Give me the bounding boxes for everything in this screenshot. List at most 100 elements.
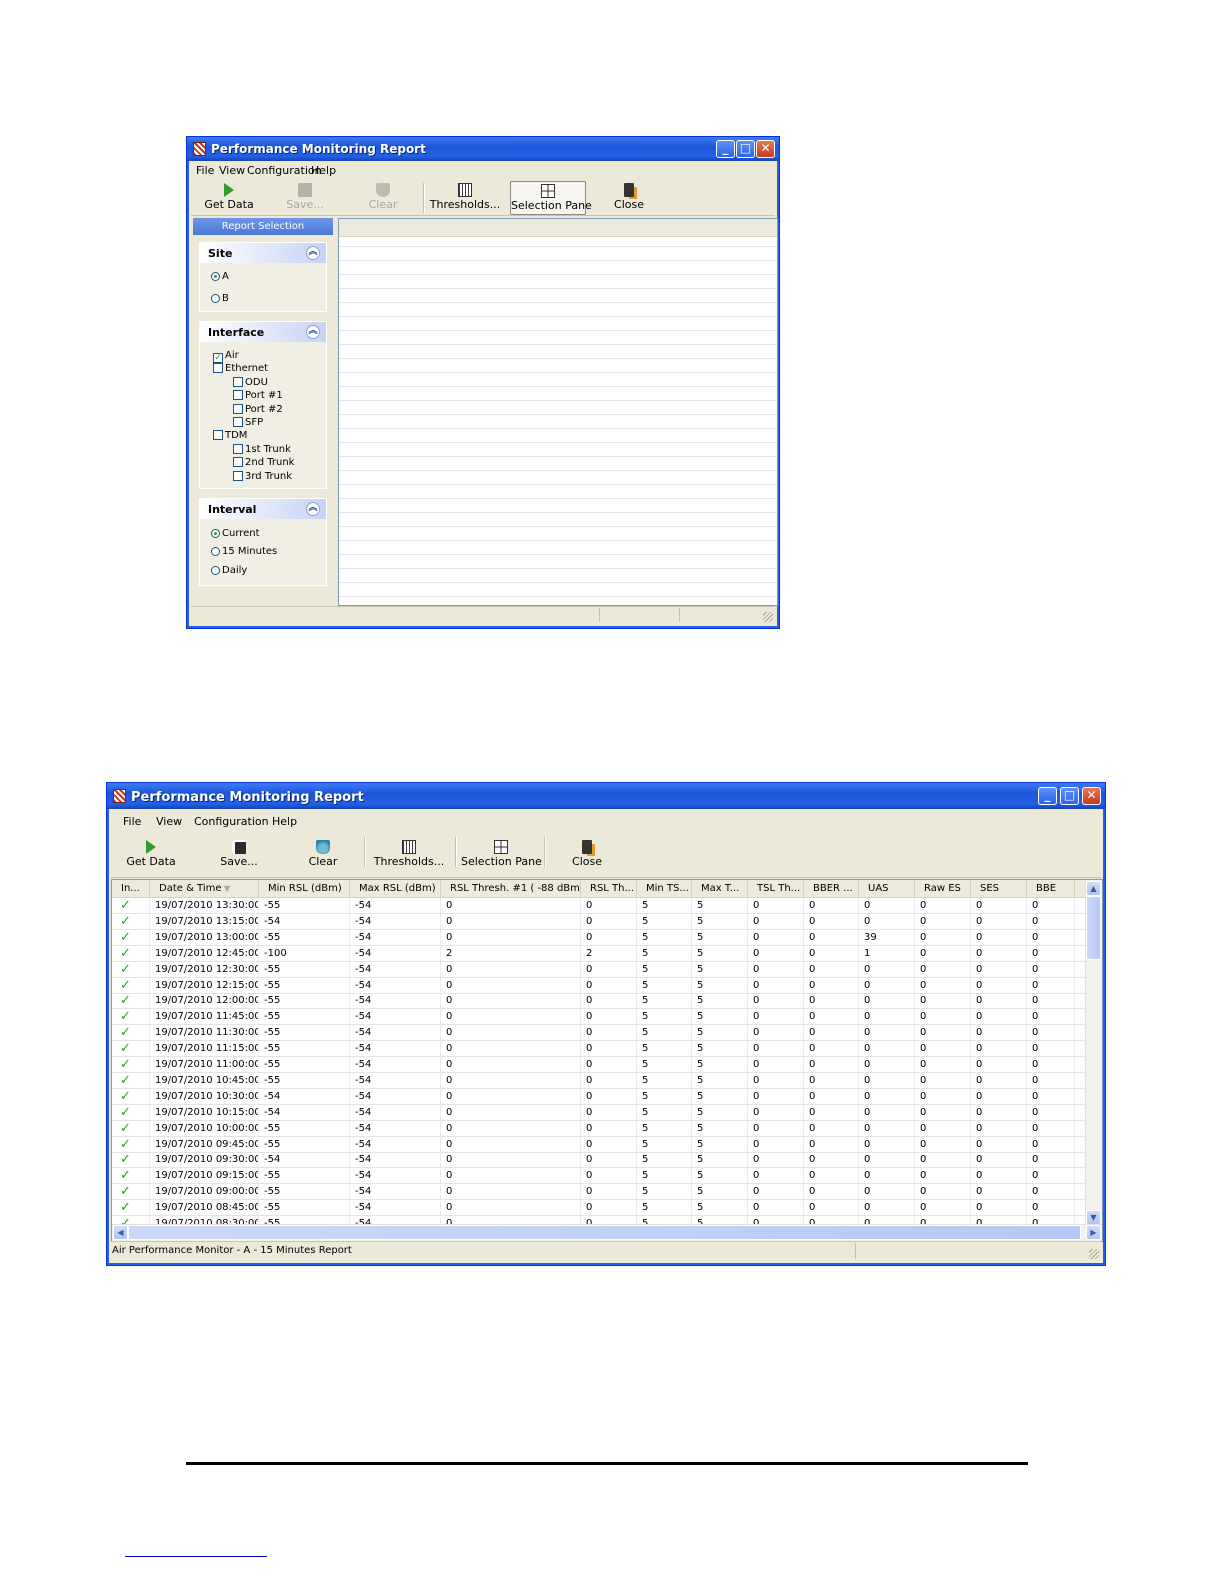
get-data-button[interactable]: Get Data xyxy=(201,181,257,215)
resize-grip-icon[interactable] xyxy=(1089,1249,1099,1259)
minimize-icon[interactable]: _ xyxy=(1038,787,1057,805)
minimize-icon[interactable]: _ xyxy=(716,140,735,158)
site-group-header[interactable]: Site ︽ xyxy=(200,243,326,263)
table-cell: 0 xyxy=(748,1009,804,1025)
column-header[interactable]: Max RSL (dBm) xyxy=(350,880,441,897)
column-header[interactable]: RSL Th... xyxy=(581,880,637,897)
close-icon[interactable]: ✕ xyxy=(1082,787,1101,805)
table-row[interactable]: ✓ 19/07/2010 13:00:00 -55 -54 0 0 5 5 0 0 39 0 0 0 xyxy=(112,929,1088,946)
collapse-icon[interactable]: ︽ xyxy=(306,502,320,516)
column-header[interactable]: TSL Th... xyxy=(748,880,804,897)
close-button[interactable]: Close xyxy=(559,838,615,872)
column-header[interactable]: UAS xyxy=(859,880,915,897)
scroll-right-icon[interactable]: ▶ xyxy=(1086,1225,1101,1240)
scroll-up-icon[interactable]: ▲ xyxy=(1086,881,1101,896)
table-row[interactable]: ✓ 19/07/2010 09:15:00 -55 -54 0 0 5 5 0 0 0 0 0 0 xyxy=(112,1168,1088,1185)
collapse-icon[interactable]: ︽ xyxy=(306,246,320,260)
table-row[interactable]: ✓ 19/07/2010 11:30:00 -55 -54 0 0 5 5 0 0 0 0 0 0 xyxy=(112,1025,1088,1042)
interface-port2[interactable]: Port #2 xyxy=(233,404,283,415)
menu-file[interactable]: File xyxy=(123,815,141,828)
site-option-a[interactable]: A xyxy=(211,271,229,282)
table-row[interactable]: ✓ 19/07/2010 10:00:00 -55 -54 0 0 5 5 0 0 0 0 0 0 xyxy=(112,1120,1088,1137)
horizontal-scrollbar[interactable]: ◀ ▶ xyxy=(112,1224,1102,1241)
table-row[interactable]: ✓ 19/07/2010 09:00:00 -55 -54 0 0 5 5 0 0 0 0 0 0 xyxy=(112,1184,1088,1201)
horizontal-scroll-thumb[interactable] xyxy=(128,1225,1081,1240)
column-header[interactable]: In... xyxy=(112,880,150,897)
site-option-b[interactable]: B xyxy=(211,293,229,304)
vertical-scrollbar[interactable]: ▲ ▼ xyxy=(1085,880,1102,1226)
scroll-down-icon[interactable]: ▼ xyxy=(1086,1210,1101,1225)
save-button[interactable]: Save... xyxy=(277,181,333,215)
table-cell: 5 xyxy=(637,1184,692,1200)
interface-2nd-trunk[interactable]: 2nd Trunk xyxy=(233,457,294,468)
interface-air[interactable]: ✓ Air xyxy=(213,350,239,363)
vertical-scroll-thumb[interactable] xyxy=(1086,896,1101,960)
column-header[interactable]: RSL Thresh. #1 ( -88 dBm ) xyxy=(441,880,581,897)
interface-tdm[interactable]: TDM xyxy=(213,430,247,441)
column-header[interactable]: Min RSL (dBm) xyxy=(259,880,350,897)
title-bar[interactable]: Performance Monitoring Report _ □ ✕ xyxy=(187,137,779,161)
table-row[interactable]: ✓ 19/07/2010 11:45:00 -55 -54 0 0 5 5 0 0 0 0 0 0 xyxy=(112,1009,1088,1026)
table-row[interactable]: ✓ 19/07/2010 10:15:00 -54 -54 0 0 5 5 0 0 0 0 0 0 xyxy=(112,1104,1088,1121)
column-header[interactable]: Max T... xyxy=(692,880,748,897)
selection-pane-label: Selection Pane xyxy=(511,199,592,212)
menu-view[interactable]: View xyxy=(156,815,182,828)
menu-configuration[interactable]: Configuration xyxy=(194,815,269,828)
table-row[interactable]: ✓ 19/07/2010 10:45:00 -55 -54 0 0 5 5 0 0 0 0 0 0 xyxy=(112,1072,1088,1089)
interface-port1[interactable]: Port #1 xyxy=(233,390,283,401)
interval-daily[interactable]: Daily xyxy=(211,565,247,576)
get-data-button[interactable]: Get Data xyxy=(121,838,181,872)
interface-group-header[interactable]: Interface ︽ xyxy=(200,322,326,342)
table-cell: -55 xyxy=(259,929,350,945)
thresholds-button[interactable]: Thresholds... xyxy=(429,181,501,215)
menu-view[interactable]: View xyxy=(219,164,245,177)
table-row[interactable]: ✓ 19/07/2010 12:00:00 -55 -54 0 0 5 5 0 0 0 0 0 0 xyxy=(112,993,1088,1010)
table-row[interactable]: ✓ 19/07/2010 09:45:00 -55 -54 0 0 5 5 0 0 0 0 0 0 xyxy=(112,1136,1088,1153)
maximize-icon[interactable]: □ xyxy=(736,140,755,158)
resize-grip-icon[interactable] xyxy=(763,612,773,622)
table-row[interactable]: ✓ 19/07/2010 12:30:00 -55 -54 0 0 5 5 0 0 0 0 0 0 xyxy=(112,961,1088,978)
table-cell: -55 xyxy=(259,993,350,1009)
table-row[interactable]: ✓ 19/07/2010 13:15:00 -54 -54 0 0 5 5 0 0 0 0 0 0 xyxy=(112,913,1088,930)
interface-1st-trunk[interactable]: 1st Trunk xyxy=(233,444,291,455)
interface-ethernet[interactable]: Ethernet xyxy=(213,363,268,374)
menu-help[interactable]: Help xyxy=(272,815,297,828)
column-header[interactable]: Raw ES xyxy=(915,880,971,897)
interface-odu[interactable]: ODU xyxy=(233,377,268,388)
close-button[interactable]: Close xyxy=(601,181,657,215)
table-row[interactable]: ✓ 19/07/2010 08:45:00 -55 -54 0 0 5 5 0 0 0 0 0 0 xyxy=(112,1200,1088,1217)
column-header[interactable]: Min TS... xyxy=(637,880,692,897)
table-row[interactable]: ✓ 19/07/2010 11:00:00 -55 -54 0 0 5 5 0 0 0 0 0 0 xyxy=(112,1057,1088,1073)
thresholds-button[interactable]: Thresholds... xyxy=(373,838,445,872)
column-header[interactable]: BBER ... xyxy=(804,880,859,897)
title-bar[interactable]: Performance Monitoring Report _ □ ✕ xyxy=(107,783,1105,809)
interval-current[interactable]: Current xyxy=(211,528,260,539)
interval-15-minutes[interactable]: 15 Minutes xyxy=(211,546,277,557)
interval-group-header[interactable]: Interval ︽ xyxy=(200,499,326,519)
interface-title: Interface xyxy=(208,326,265,339)
footer-link-underline[interactable] xyxy=(125,1556,267,1557)
table-row[interactable]: ✓ 19/07/2010 12:15:00 -55 -54 0 0 5 5 0 0 0 0 0 0 xyxy=(112,977,1088,994)
save-button[interactable]: Save... xyxy=(211,838,267,872)
table-row[interactable]: ✓ 19/07/2010 09:30:00 -54 -54 0 0 5 5 0 0 0 0 0 0 xyxy=(112,1152,1088,1169)
scroll-left-icon[interactable]: ◀ xyxy=(113,1225,128,1240)
table-row[interactable]: ✓ 19/07/2010 12:45:00 -100 -54 2 2 5 5 0 0 1 0 0 0 xyxy=(112,945,1088,962)
table-row[interactable]: ✓ 19/07/2010 11:15:00 -55 -54 0 0 5 5 0 0 0 0 0 0 xyxy=(112,1041,1088,1058)
collapse-icon[interactable]: ︽ xyxy=(306,325,320,339)
column-header[interactable]: BBE xyxy=(1027,880,1075,897)
selection-pane-button[interactable]: Selection Pane xyxy=(510,181,592,215)
table-row[interactable]: ✓ 19/07/2010 10:30:00 -54 -54 0 0 5 5 0 0 0 0 0 0 xyxy=(112,1088,1088,1105)
column-header[interactable]: Date & Time xyxy=(150,880,259,897)
menu-file[interactable]: File xyxy=(196,164,214,177)
clear-button[interactable]: Clear xyxy=(295,838,351,872)
report-grid-empty[interactable] xyxy=(338,218,778,606)
selection-pane-button[interactable]: Selection Pane xyxy=(461,838,542,872)
clear-button[interactable]: Clear xyxy=(355,181,411,215)
column-header[interactable]: SES xyxy=(971,880,1027,897)
interface-sfp[interactable]: SFP xyxy=(233,417,263,428)
menu-help[interactable]: Help xyxy=(311,164,336,177)
maximize-icon[interactable]: □ xyxy=(1060,787,1079,805)
close-icon[interactable]: ✕ xyxy=(756,140,775,158)
table-row[interactable]: ✓ 19/07/2010 13:30:00 -55 -54 0 0 5 5 0 0 0 0 0 0 xyxy=(112,898,1088,914)
interface-3rd-trunk[interactable]: 3rd Trunk xyxy=(233,471,292,482)
